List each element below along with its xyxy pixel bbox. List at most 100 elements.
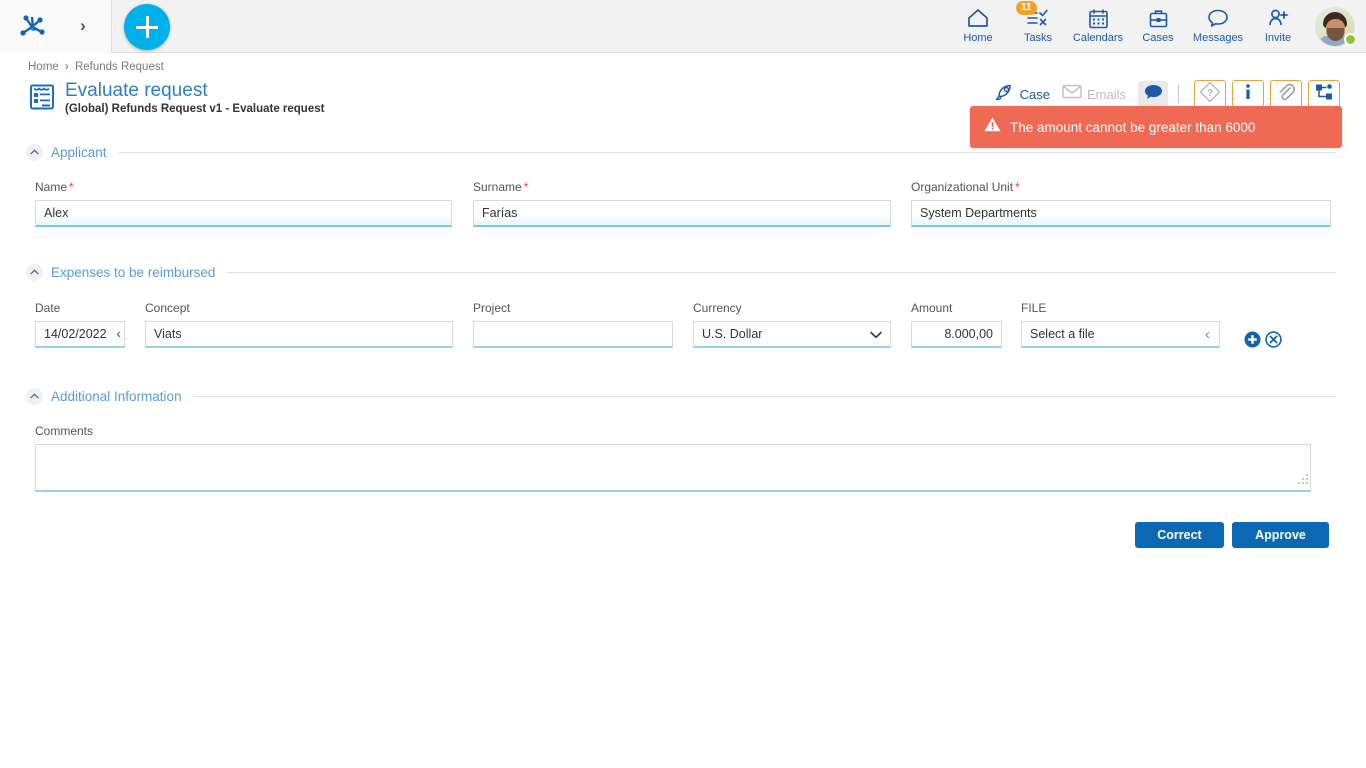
collapse-toggle-expenses[interactable] bbox=[26, 264, 43, 281]
required-marker-orgunit: * bbox=[1015, 180, 1020, 194]
nav-label-messages: Messages bbox=[1193, 32, 1243, 44]
section-rule-additional bbox=[194, 396, 1336, 397]
nav-item-calendars[interactable]: Calendars bbox=[1068, 0, 1128, 53]
paperclip-icon bbox=[1277, 83, 1295, 106]
breadcrumb-home[interactable]: Home bbox=[28, 61, 59, 73]
rocket-icon bbox=[995, 83, 1015, 106]
nav-label-cases: Cases bbox=[1142, 32, 1173, 44]
chevron-left-icon: ‹ bbox=[1205, 326, 1210, 343]
envelope-icon bbox=[1062, 84, 1082, 104]
add-row-button[interactable] bbox=[1244, 331, 1261, 348]
nav-label-calendars: Calendars bbox=[1073, 32, 1123, 44]
breadcrumb: Home › Refunds Request bbox=[28, 61, 164, 73]
section-title-expenses: Expenses to be reimbursed bbox=[51, 265, 215, 280]
label-orgunit: Organizational Unit* bbox=[911, 180, 1020, 194]
toolbar-divider bbox=[1178, 85, 1179, 103]
collapse-toggle-applicant[interactable] bbox=[26, 144, 43, 161]
amount-input[interactable] bbox=[911, 321, 1002, 348]
bizagi-logo[interactable] bbox=[16, 9, 50, 43]
nav-item-messages[interactable]: Messages bbox=[1188, 0, 1248, 53]
chat-icon bbox=[1207, 6, 1229, 30]
breadcrumb-separator: › bbox=[65, 61, 69, 73]
section-header-expenses: Expenses to be reimbursed bbox=[26, 262, 1336, 282]
nav-item-home[interactable]: Home bbox=[948, 0, 1008, 53]
attachments-button[interactable] bbox=[1270, 80, 1302, 108]
calendar-picker-icon[interactable]: ‹ bbox=[116, 325, 121, 341]
chevron-down-icon bbox=[870, 328, 882, 342]
section-title-additional: Additional Information bbox=[51, 389, 182, 404]
case-link-label: Case bbox=[1020, 87, 1050, 102]
currency-select[interactable]: U.S. Dollar bbox=[693, 321, 891, 348]
column-label-amount: Amount bbox=[911, 301, 952, 315]
help-button[interactable]: ? bbox=[1194, 80, 1226, 108]
new-case-button[interactable] bbox=[124, 4, 170, 50]
sidebar-expand-button[interactable]: › bbox=[70, 13, 96, 39]
nav-label-home: Home bbox=[963, 32, 992, 44]
column-label-currency: Currency bbox=[693, 301, 742, 315]
file-select[interactable]: Select a file ‹ bbox=[1021, 321, 1220, 348]
nav-label-tasks: Tasks bbox=[1024, 32, 1052, 44]
home-icon bbox=[967, 6, 989, 30]
emails-link[interactable]: Emails bbox=[1062, 84, 1126, 104]
column-label-project: Project bbox=[473, 301, 510, 315]
top-nav-items: Home 11 Tasks bbox=[948, 0, 1362, 53]
label-name-text: Name bbox=[35, 180, 67, 194]
error-toast-message: The amount cannot be greater than 6000 bbox=[1010, 120, 1255, 135]
header-tools: Case Emails ? bbox=[995, 80, 1340, 108]
file-select-value: Select a file bbox=[1030, 327, 1095, 341]
briefcase-icon bbox=[1148, 6, 1169, 30]
required-marker-name: * bbox=[69, 180, 74, 194]
calendar-icon bbox=[1088, 6, 1109, 30]
project-input[interactable] bbox=[473, 321, 673, 348]
tasks-badge: 11 bbox=[1016, 1, 1037, 15]
invite-icon bbox=[1267, 6, 1289, 30]
help-diamond-icon: ? bbox=[1200, 82, 1220, 107]
currency-select-value: U.S. Dollar bbox=[702, 327, 762, 341]
column-label-date: Date bbox=[35, 301, 60, 315]
status-badge bbox=[1344, 33, 1357, 46]
label-surname: Surname* bbox=[473, 180, 528, 194]
approve-button[interactable]: Approve bbox=[1232, 522, 1329, 548]
section-rule-applicant bbox=[119, 152, 1336, 153]
nav-item-tasks[interactable]: 11 Tasks bbox=[1008, 0, 1068, 53]
nav-label-invite: Invite bbox=[1265, 32, 1291, 44]
date-input[interactable] bbox=[35, 321, 125, 348]
nav-item-invite[interactable]: Invite bbox=[1248, 0, 1308, 53]
info-button[interactable] bbox=[1232, 80, 1264, 108]
date-field-wrapper: ‹ bbox=[35, 321, 125, 348]
column-label-file: FILE bbox=[1021, 301, 1046, 315]
svg-text:?: ? bbox=[1207, 88, 1213, 99]
section-title-applicant: Applicant bbox=[51, 145, 107, 160]
label-surname-text: Surname bbox=[473, 180, 522, 194]
warning-icon bbox=[984, 117, 1001, 137]
name-input[interactable] bbox=[35, 200, 452, 227]
remove-row-button[interactable] bbox=[1265, 331, 1282, 348]
section-header-additional: Additional Information bbox=[26, 386, 1336, 406]
nav-item-cases[interactable]: Cases bbox=[1128, 0, 1188, 53]
page-header: Evaluate request (Global) Refunds Reques… bbox=[28, 80, 324, 115]
process-flow-icon bbox=[1315, 83, 1333, 106]
top-navigation-bar: › Home 11 Tasks bbox=[0, 0, 1366, 53]
info-icon bbox=[1241, 83, 1255, 106]
breadcrumb-current[interactable]: Refunds Request bbox=[75, 61, 164, 73]
concept-input[interactable] bbox=[145, 321, 453, 348]
correct-button[interactable]: Correct bbox=[1135, 522, 1224, 548]
section-rule-expenses bbox=[227, 272, 1336, 273]
comments-textarea[interactable] bbox=[35, 444, 1311, 492]
label-name: Name* bbox=[35, 180, 74, 194]
page-title: Evaluate request bbox=[65, 80, 324, 101]
collapse-toggle-additional[interactable] bbox=[26, 388, 43, 405]
logo-zone: › bbox=[0, 0, 112, 53]
surname-input[interactable] bbox=[473, 200, 891, 227]
process-button[interactable] bbox=[1308, 80, 1340, 108]
chevron-right-icon: › bbox=[80, 16, 86, 36]
organizational-unit-input[interactable] bbox=[911, 200, 1331, 227]
form-document-icon bbox=[28, 82, 56, 112]
chat-bubble-icon bbox=[1144, 84, 1163, 105]
comments-toggle-button[interactable] bbox=[1138, 81, 1168, 108]
label-orgunit-text: Organizational Unit bbox=[911, 180, 1013, 194]
case-link[interactable]: Case bbox=[995, 83, 1050, 106]
error-toast[interactable]: The amount cannot be greater than 6000 bbox=[970, 106, 1342, 148]
avatar[interactable] bbox=[1308, 0, 1362, 53]
emails-link-label: Emails bbox=[1087, 87, 1126, 102]
